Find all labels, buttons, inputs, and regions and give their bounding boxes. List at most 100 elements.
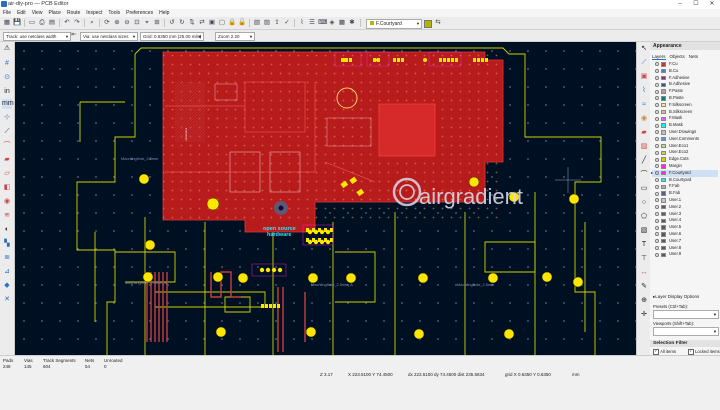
anchor-icon[interactable]: ⊕ — [639, 296, 649, 306]
tab-objects[interactable]: Objects — [670, 54, 685, 59]
layer-color-swatch[interactable] — [661, 164, 666, 169]
visibility-eye-icon[interactable] — [655, 239, 659, 244]
visibility-eye-icon[interactable] — [655, 232, 659, 237]
minimize-button[interactable]: – — [672, 0, 688, 9]
visibility-eye-icon[interactable] — [655, 123, 659, 128]
schematic-icon[interactable]: ⌇ — [298, 19, 306, 27]
rotate-cw-icon[interactable]: ↻ — [178, 19, 186, 27]
save-icon[interactable]: 💾 — [13, 19, 21, 27]
layer-display-options-toggle[interactable]: ▸Layer Display Options — [653, 293, 717, 300]
visibility-eye-icon[interactable] — [655, 171, 659, 176]
layer-color-swatch[interactable] — [661, 150, 666, 155]
local-ratsnest-icon[interactable]: ⟋ — [639, 58, 649, 68]
visibility-eye-icon[interactable] — [655, 211, 659, 216]
menu-tools[interactable]: Tools — [105, 9, 123, 17]
visibility-eye-icon[interactable] — [655, 177, 659, 182]
layer-row[interactable]: F.Mask — [652, 115, 718, 122]
layer-row[interactable]: User.9 — [652, 251, 718, 258]
footprint-browser-icon[interactable]: ▨ — [263, 19, 271, 27]
add-circle-icon[interactable]: ○ — [639, 198, 649, 208]
layer-color-swatch[interactable] — [661, 252, 666, 257]
layer-color-swatch[interactable] — [661, 204, 666, 210]
menu-route[interactable]: Route — [64, 9, 83, 17]
layer-color-swatch[interactable] — [661, 184, 666, 189]
layer-row[interactable]: B.Adhesive — [652, 81, 718, 88]
visibility-eye-icon[interactable] — [655, 62, 659, 67]
pcb-canvas[interactable]: ▪▪▪▪▪▪▪▪▪ airgradient open source hardwa… — [15, 42, 636, 355]
layer-row[interactable]: B.Cu — [652, 68, 718, 75]
tools-icon[interactable]: ✕ — [2, 295, 12, 305]
zoom-select[interactable]: Zoom 2.20 ▼ — [215, 31, 255, 41]
scripting-icon[interactable]: ⌨ — [318, 19, 327, 27]
visibility-eye-icon[interactable] — [655, 116, 659, 121]
footprint-editor-icon[interactable]: ▧ — [253, 19, 261, 27]
layer-row[interactable]: F.Cu — [652, 61, 718, 68]
zone-outline-icon[interactable]: ▱ — [2, 169, 12, 179]
cursor-icon[interactable]: ⊹ — [2, 113, 12, 123]
track-fill-icon[interactable]: ≋ — [2, 211, 12, 221]
layer-row[interactable]: User.6 — [652, 231, 718, 238]
layer-color-swatch[interactable] — [661, 198, 666, 203]
layer-color-swatch[interactable] — [661, 123, 666, 128]
track-width-select[interactable]: Track: use netclass width ▼ — [3, 31, 71, 41]
layer-color-swatch[interactable] — [661, 232, 666, 237]
add-zone-icon[interactable]: ▰ — [639, 128, 649, 138]
layer-pair-swap-icon[interactable]: ⇆ — [434, 19, 442, 27]
redo-icon[interactable]: ↷ — [73, 19, 81, 27]
tab-nets[interactable]: Nets — [689, 54, 698, 59]
layers-manager-icon[interactable]: ≣ — [2, 253, 12, 263]
layer-color-swatch[interactable] — [661, 245, 666, 251]
visibility-eye-icon[interactable] — [655, 96, 659, 101]
layer-pair-icon[interactable] — [424, 20, 432, 28]
rule-area-icon[interactable]: ▨ — [639, 142, 649, 152]
layer-color-swatch[interactable] — [661, 109, 666, 115]
zoom-in-icon[interactable]: ⊕ — [113, 19, 121, 27]
menu-inspect[interactable]: Inspect — [83, 9, 105, 17]
mirror-vertical-icon[interactable]: ⇅ — [188, 19, 196, 27]
grid-origin-icon[interactable]: ✛ — [639, 310, 649, 320]
layer-color-swatch[interactable] — [661, 130, 666, 135]
ungroup-icon[interactable]: ▢ — [218, 19, 226, 27]
layer-row[interactable]: B.Mask — [652, 122, 718, 129]
layer-color-swatch[interactable] — [661, 96, 666, 101]
route-diff-pair-icon[interactable]: ≈ — [639, 100, 649, 110]
grid-select[interactable]: Grid: 0.6350 mm (25.00 mils) ▼ — [140, 31, 204, 41]
layer-row[interactable]: B.Courtyard — [652, 177, 718, 184]
drc-icon[interactable]: ✓ — [283, 19, 291, 27]
visibility-eye-icon[interactable] — [655, 191, 659, 196]
layer-row[interactable]: Edge.Cuts — [652, 156, 718, 163]
page-settings-icon[interactable]: ▭ — [28, 19, 36, 27]
drc-marker-icon[interactable]: ⚠ — [2, 44, 12, 54]
layer-row[interactable]: User.2 — [652, 204, 718, 211]
zone-fill-icon[interactable]: ▰ — [2, 155, 12, 165]
layer-row[interactable]: B.Paste — [652, 95, 718, 102]
layer-color-swatch[interactable] — [661, 136, 666, 142]
visibility-eye-icon[interactable] — [655, 137, 659, 142]
ratsnest-curved-icon[interactable]: ⌒ — [2, 141, 12, 151]
visibility-eye-icon[interactable] — [655, 89, 659, 94]
visibility-eye-icon[interactable] — [655, 218, 659, 223]
layer-row[interactable]: F.Silkscreen — [652, 102, 718, 109]
visibility-eye-icon[interactable] — [655, 109, 659, 114]
visibility-eye-icon[interactable] — [655, 198, 659, 203]
viewports-select[interactable]: ▼ — [653, 327, 719, 336]
visibility-eye-icon[interactable] — [655, 82, 659, 87]
layer-row[interactable]: F.Adhesive — [652, 75, 718, 82]
layer-row[interactable]: ▸ F.Courtyard — [651, 169, 718, 177]
add-image-icon[interactable]: ▧ — [639, 226, 649, 236]
unlock-icon[interactable]: 🔓 — [238, 19, 246, 27]
menu-help[interactable]: Help — [156, 9, 172, 17]
menu-view[interactable]: View — [29, 9, 46, 17]
plugin-icon[interactable]: ✱ — [348, 19, 356, 27]
high-contrast-icon[interactable]: ◐ — [2, 225, 12, 235]
select-tool-icon[interactable]: ↖ — [639, 44, 649, 54]
layer-row[interactable]: User.Comments — [652, 136, 718, 143]
visibility-eye-icon[interactable] — [655, 205, 659, 210]
lock-icon[interactable]: 🔒 — [228, 19, 236, 27]
add-textbox-icon[interactable]: ⊤ — [639, 254, 649, 264]
grid-icon[interactable]: # — [2, 59, 12, 69]
layer-row[interactable]: Margin — [652, 163, 718, 170]
add-arc-icon[interactable]: ⌒ — [639, 170, 649, 180]
visibility-eye-icon[interactable] — [655, 225, 659, 230]
layer-row[interactable]: User.Eco2 — [652, 149, 718, 156]
